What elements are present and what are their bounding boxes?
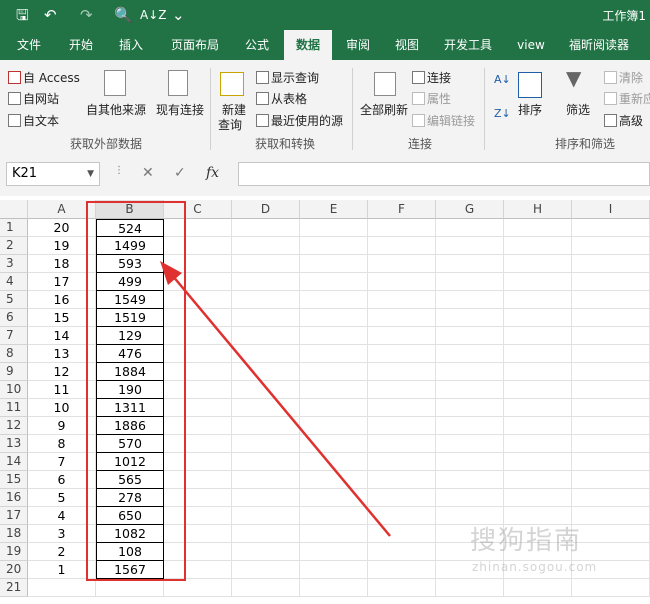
watermark-url: zhinan.sogou.com (472, 560, 598, 574)
annotation-arrow (160, 261, 391, 537)
watermark: 搜狗指南 (470, 526, 583, 556)
annotation-arrow-line (171, 274, 391, 537)
